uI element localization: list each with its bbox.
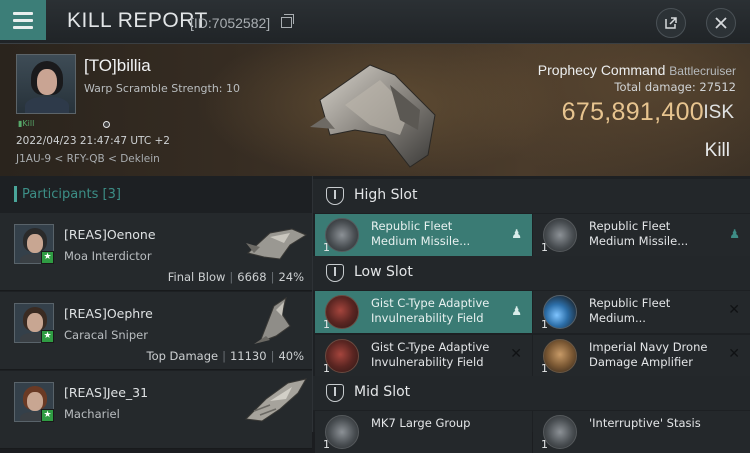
- shield-slot-icon: [326, 264, 344, 282]
- warp-scramble-strength: Warp Scramble Strength: 10: [84, 82, 241, 95]
- mid-slot-module[interactable]: 1 'Interruptive' Stasis: [533, 411, 750, 453]
- drone-amplifier-icon: [543, 339, 577, 373]
- x-icon: ✕: [510, 346, 522, 362]
- kill-report-header: KILL REPORT [ID:7052582]: [0, 0, 750, 44]
- cursor-indicator: [103, 121, 110, 128]
- shield-slot-icon: [326, 384, 344, 402]
- participant-ship-image: [244, 378, 307, 422]
- low-slot-module[interactable]: 1 Republic Fleet Medium... ✕: [533, 291, 750, 333]
- participant-damage-stat: Top Damage | 11130 | 40%: [146, 349, 305, 363]
- low-slot-module[interactable]: 1 Imperial Navy Drone Damage Amplifier ✕: [533, 335, 750, 377]
- x-icon: ✕: [728, 346, 740, 362]
- participant-ship: Caracal Sniper: [64, 328, 148, 342]
- report-id: [ID:7052582]: [190, 15, 271, 31]
- participant-ship: Moa Interdictor: [64, 249, 152, 263]
- low-slot-module[interactable]: 1 Gist C-Type Adaptive Invulnerability F…: [315, 291, 532, 333]
- page-title: KILL REPORT: [67, 9, 208, 32]
- close-icon: [715, 17, 727, 29]
- participant-damage-stat: Final Blow | 6668 | 24%: [167, 270, 304, 284]
- star-badge-icon: ★: [41, 409, 54, 422]
- share-icon: [665, 17, 677, 29]
- missile-launcher-icon: [543, 218, 577, 252]
- victim-ship-image: [310, 64, 436, 168]
- fitting-panel: High Slot 1 Republic Fleet Medium Missil…: [312, 176, 750, 453]
- x-icon: ✕: [728, 302, 740, 318]
- invulnerability-field-icon: [325, 295, 359, 329]
- participant-ship-image: [254, 296, 291, 344]
- shield-slot-icon: [326, 187, 344, 205]
- mid-slot-module[interactable]: 1 MK7 Large Group: [315, 411, 532, 453]
- hamburger-icon: [13, 11, 33, 15]
- high-slot-header: High Slot: [313, 179, 750, 213]
- module-icon: [325, 415, 359, 449]
- participant-ship-image: [246, 228, 308, 260]
- participant-row[interactable]: ★ [REAS]Oephre Caracal Sniper Top Damage…: [0, 292, 312, 370]
- kill-tag: ▮Kill: [18, 119, 35, 128]
- low-slot-module[interactable]: 1 Gist C-Type Adaptive Invulnerability F…: [315, 335, 532, 377]
- close-button[interactable]: [706, 8, 736, 38]
- module-icon: [543, 295, 577, 329]
- participant-name[interactable]: [REAS]Oenone: [64, 227, 156, 242]
- participants-header[interactable]: Participants [3]: [0, 176, 312, 212]
- isk-unit: ISK: [703, 102, 734, 123]
- participant-row[interactable]: ★ [REAS]Oenone Moa Interdictor Final Blo…: [0, 213, 312, 291]
- participant-row[interactable]: ★ [REAS]Jee_31 Machariel: [0, 371, 312, 449]
- missile-launcher-icon: [325, 218, 359, 252]
- kill-datetime: 2022/04/23 21:47:47 UTC +2: [16, 135, 170, 147]
- result-label: Kill: [704, 140, 730, 161]
- victim-ship[interactable]: Prophecy Command Battlecruiser: [538, 62, 736, 78]
- person-icon: ♟: [729, 227, 740, 241]
- star-badge-icon: ★: [41, 251, 54, 264]
- victim-name[interactable]: [TO]billia: [84, 56, 151, 76]
- victim-avatar[interactable]: [16, 54, 76, 114]
- participant-ship: Machariel: [64, 407, 120, 421]
- star-badge-icon: ★: [41, 330, 54, 343]
- participants-panel: Participants [3] ★ [REAS]Oenone Moa Inte…: [0, 176, 312, 449]
- participant-name[interactable]: [REAS]Jee_31: [64, 385, 148, 400]
- share-button[interactable]: [656, 8, 686, 38]
- kill-location[interactable]: J1AU-9 < RFY-QB < Deklein: [16, 153, 160, 165]
- high-slot-module[interactable]: 1 Republic Fleet Medium Missile... ♟: [315, 214, 532, 256]
- mid-slot-header: Mid Slot: [313, 376, 750, 410]
- isk-value: 675,891,400: [561, 98, 704, 126]
- menu-button[interactable]: [0, 0, 46, 40]
- copy-icon[interactable]: [281, 14, 294, 28]
- total-damage: Total damage: 27512: [614, 80, 736, 94]
- invulnerability-field-icon: [325, 339, 359, 373]
- module-icon: [543, 415, 577, 449]
- high-slot-module[interactable]: 1 Republic Fleet Medium Missile... ♟: [533, 214, 750, 256]
- participant-name[interactable]: [REAS]Oephre: [64, 306, 153, 321]
- person-icon: ♟: [511, 304, 522, 318]
- person-icon: ♟: [511, 227, 522, 241]
- low-slot-header: Low Slot: [313, 256, 750, 290]
